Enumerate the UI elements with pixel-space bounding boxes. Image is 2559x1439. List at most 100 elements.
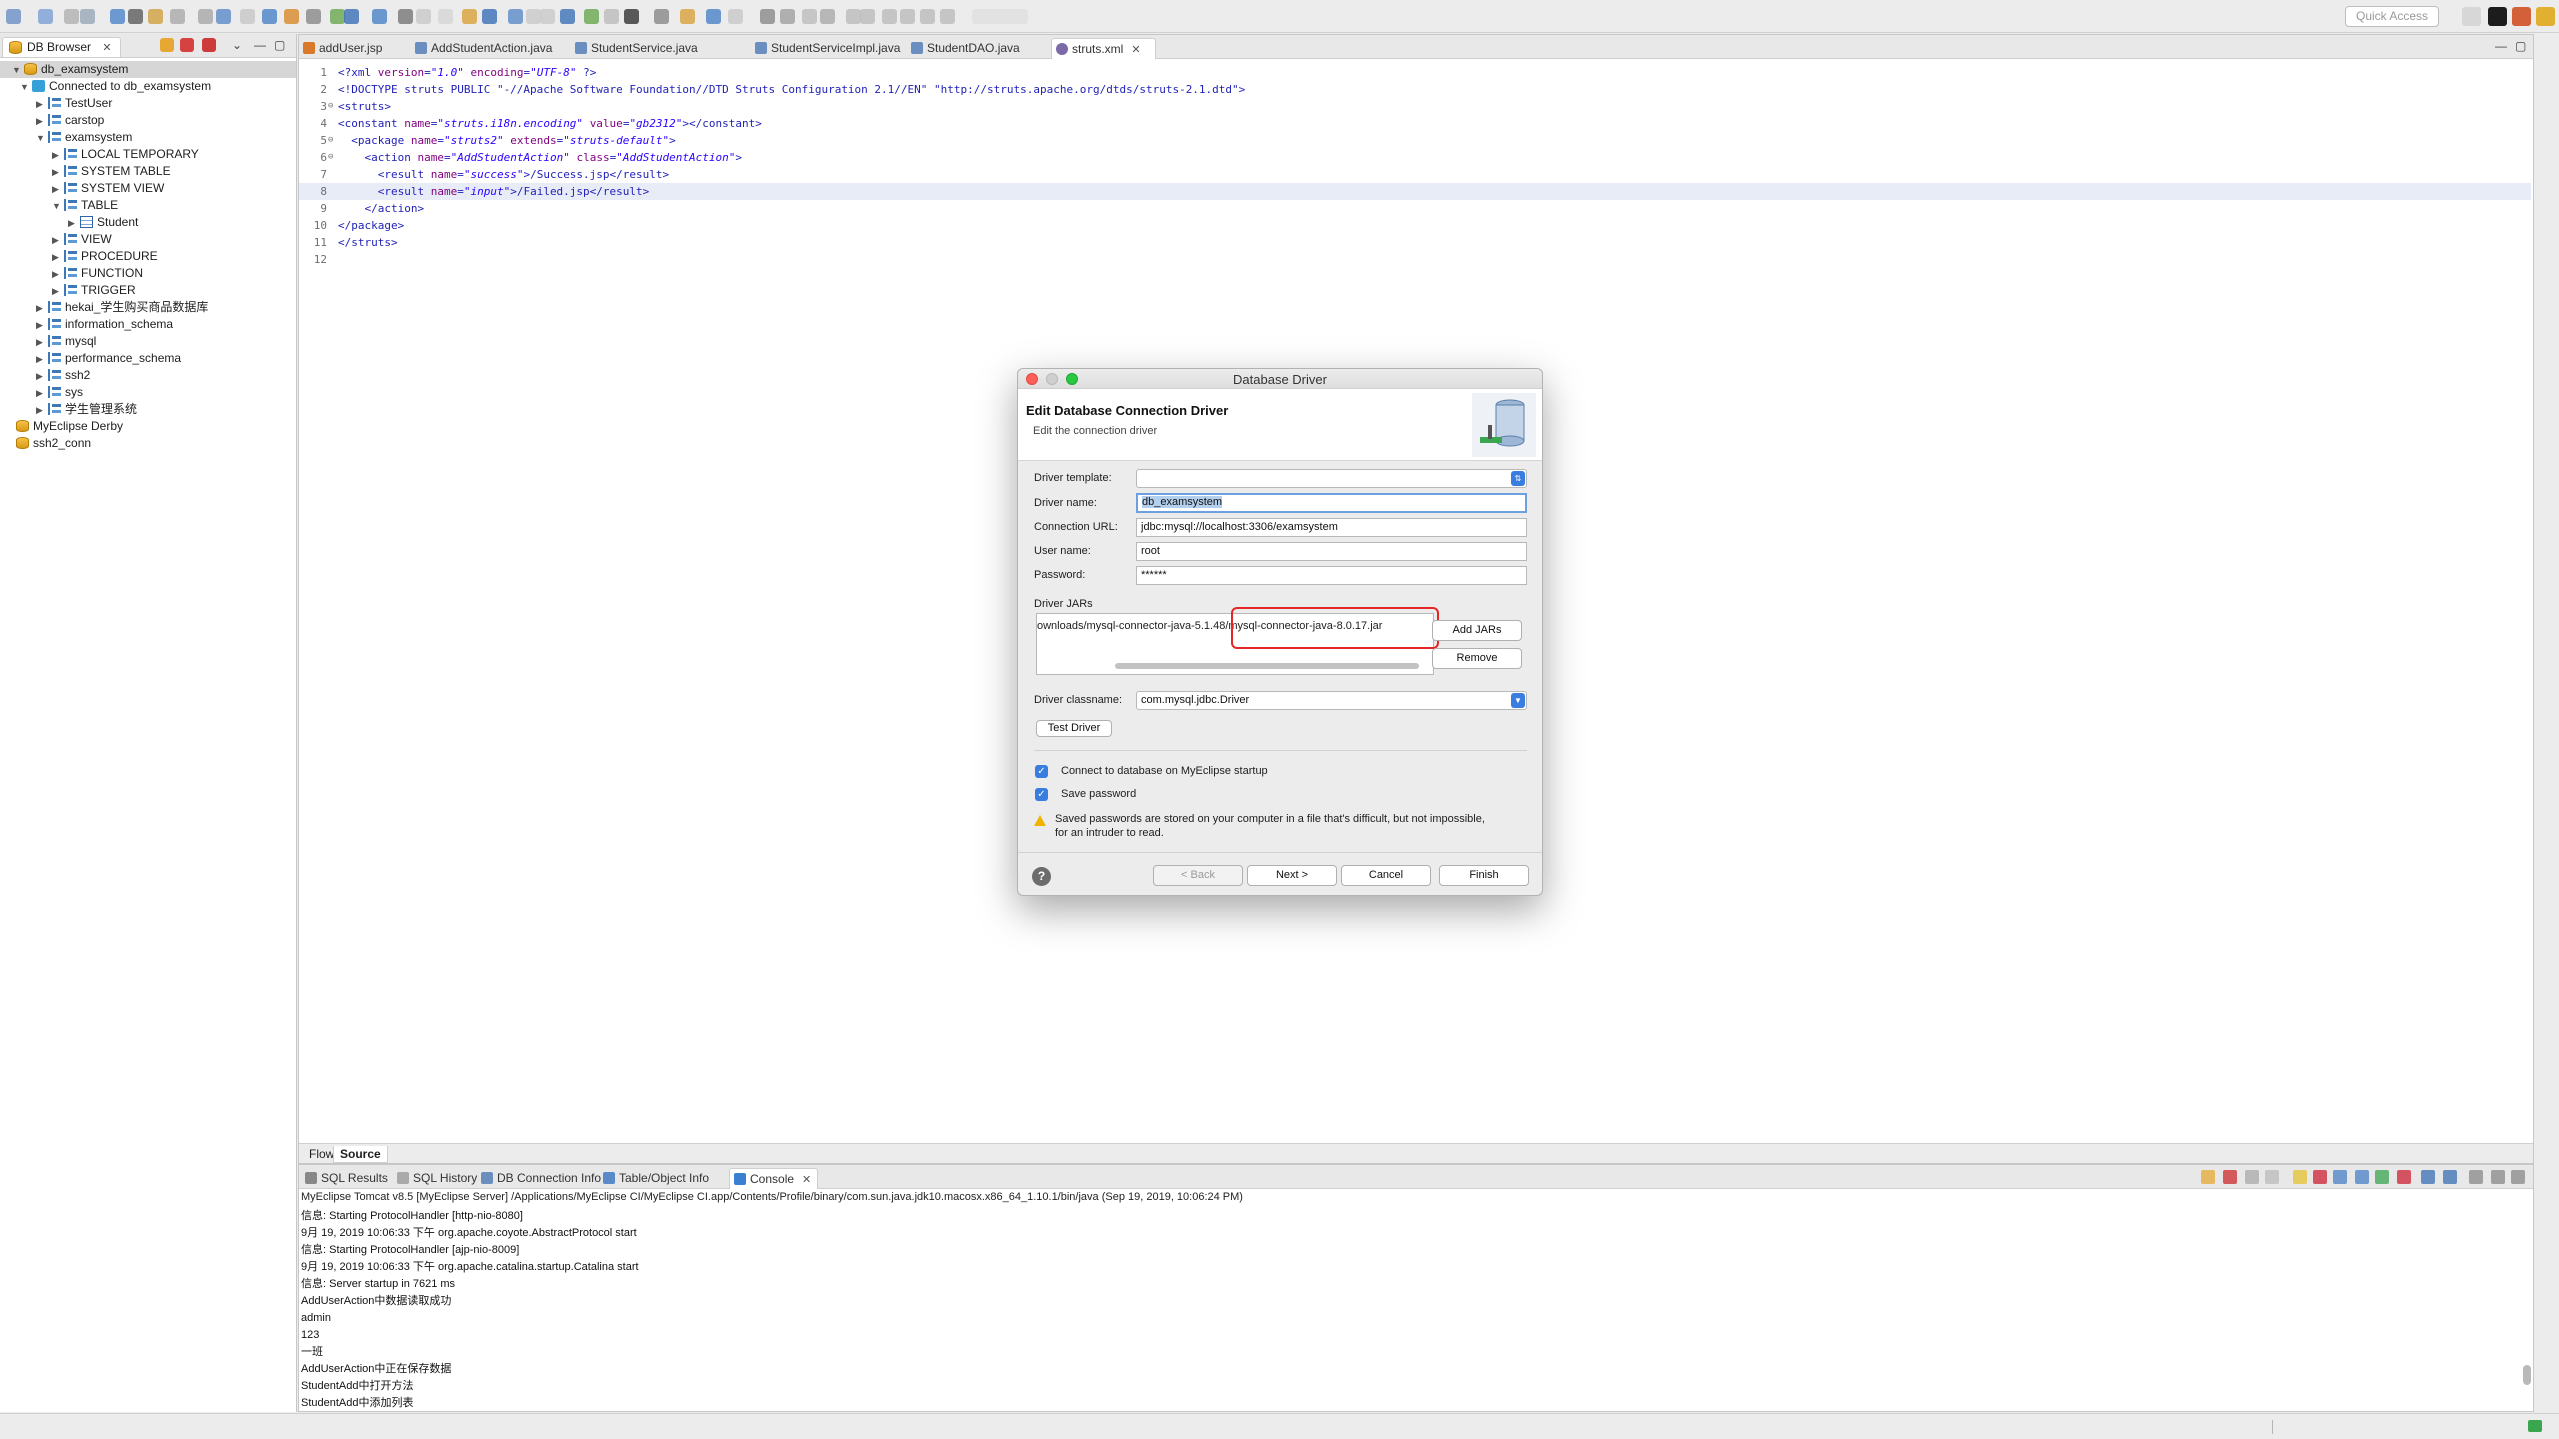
folder-icon[interactable] [462, 9, 477, 24]
package-icon[interactable] [148, 9, 163, 24]
scroll-lock-icon[interactable] [2313, 1170, 2327, 1184]
view-menu-icon[interactable]: ⌄ [232, 38, 242, 52]
save-password-checkbox[interactable]: ✓ [1035, 788, 1048, 801]
nav-icon[interactable] [860, 9, 875, 24]
console-view-tab[interactable]: SQL History [393, 1168, 483, 1189]
add-jars-button[interactable]: Add JARs [1432, 620, 1522, 641]
tree-item[interactable]: ▶ mysql [36, 333, 96, 350]
help-icon[interactable]: ? [1032, 867, 1051, 886]
disconnect-icon[interactable] [180, 38, 194, 52]
collapsed-arrow-icon[interactable]: ▶ [36, 351, 48, 368]
run-icon[interactable] [344, 9, 359, 24]
editor-tab[interactable]: AddStudentAction.java [411, 38, 566, 59]
nav-icon[interactable] [940, 9, 955, 24]
finish-button[interactable]: Finish [1439, 865, 1529, 886]
minimize-icon[interactable] [2491, 1170, 2505, 1184]
view-menu-icon[interactable] [2469, 1170, 2483, 1184]
tree-item[interactable]: ▼ Connected to db_examsystem [20, 78, 211, 95]
remove-launch-icon[interactable] [2245, 1170, 2259, 1184]
pin-console-icon[interactable] [2201, 1170, 2215, 1184]
collapsed-arrow-icon[interactable]: ▶ [52, 181, 64, 198]
collapsed-arrow-icon[interactable]: ▶ [52, 164, 64, 181]
collapsed-arrow-icon[interactable]: ▶ [36, 334, 48, 351]
collapsed-arrow-icon[interactable]: ▶ [52, 249, 64, 266]
undo-icon[interactable] [198, 9, 213, 24]
editor-tab[interactable]: StudentService.java [571, 38, 712, 59]
expanded-arrow-icon[interactable]: ▼ [36, 130, 48, 147]
code-line[interactable]: 7 <result name="success">/Success.jsp</r… [299, 166, 2531, 183]
refresh-icon[interactable] [170, 9, 185, 24]
tree-item[interactable]: ▶ TestUser [36, 95, 112, 112]
password-field[interactable]: ****** [1136, 566, 1527, 585]
new-icon[interactable] [6, 9, 21, 24]
tree-item[interactable]: ▶ SYSTEM TABLE [52, 163, 171, 180]
search-icon[interactable] [306, 9, 321, 24]
print-icon[interactable] [110, 9, 125, 24]
show-on-output-icon[interactable] [2355, 1170, 2369, 1184]
tree-item[interactable]: ▶ VIEW [52, 231, 112, 248]
open-perspective-icon[interactable] [2462, 7, 2481, 26]
nav-icon[interactable] [920, 9, 935, 24]
collapsed-arrow-icon[interactable]: ▶ [36, 96, 48, 113]
collapsed-arrow-icon[interactable]: ▶ [52, 232, 64, 249]
console-scrollbar[interactable] [2523, 1365, 2531, 1385]
clear-console-icon[interactable] [2293, 1170, 2307, 1184]
connect-on-startup-checkbox[interactable]: ✓ [1035, 765, 1048, 778]
navigate-icon[interactable] [526, 9, 541, 24]
collapsed-arrow-icon[interactable]: ▶ [52, 147, 64, 164]
code-line[interactable]: 10 </package> [299, 217, 2531, 234]
console-view-tab[interactable]: DB Connection Info [477, 1168, 607, 1189]
tree-item[interactable]: ▶ carstop [36, 112, 104, 129]
nav-icon[interactable] [900, 9, 915, 24]
close-icon[interactable]: ✕ [802, 1174, 811, 1186]
console-view-tab[interactable]: SQL Results [301, 1168, 394, 1189]
nav-icon[interactable] [882, 9, 897, 24]
code-line[interactable]: 12 [299, 251, 2531, 268]
collapsed-arrow-icon[interactable]: ▶ [36, 385, 48, 402]
code-line[interactable]: 6 ⊖ <action name="AddStudentAction" class… [299, 149, 2531, 166]
tree-item[interactable]: ▶ FUNCTION [52, 265, 143, 282]
editor-tab[interactable]: struts.xml ✕ [1051, 38, 1156, 59]
forward-icon[interactable] [560, 9, 575, 24]
collapsed-arrow-icon[interactable]: ▶ [36, 317, 48, 334]
collapsed-arrow-icon[interactable]: ▶ [36, 368, 48, 385]
collapsed-arrow-icon[interactable]: ▶ [36, 402, 48, 419]
history-icon[interactable] [604, 9, 619, 24]
tree-item[interactable]: ▶ LOCAL TEMPORARY [52, 146, 199, 163]
expanded-arrow-icon[interactable]: ▼ [20, 79, 32, 96]
redo-icon[interactable] [216, 9, 231, 24]
database-perspective-icon[interactable] [2536, 7, 2555, 26]
build-icon[interactable] [262, 9, 277, 24]
tools-icon[interactable] [416, 9, 431, 24]
tree-item[interactable]: ▶ hekai_学生购买商品数据库 [36, 299, 208, 316]
minimize-icon[interactable]: — [2495, 39, 2507, 53]
nav-icon[interactable] [820, 9, 835, 24]
code-line[interactable]: 4 <constant name="struts.i18n.encoding" v… [299, 115, 2531, 132]
myeclipse-perspective-icon[interactable] [2488, 7, 2507, 26]
new-console-icon[interactable] [2443, 1170, 2457, 1184]
code-line[interactable]: 9 </action> [299, 200, 2531, 217]
user-name-field[interactable]: root [1136, 542, 1527, 561]
maximize-icon[interactable]: ▢ [2515, 39, 2526, 53]
console-view-tab[interactable]: Table/Object Info [599, 1168, 715, 1189]
new-connection-icon[interactable] [160, 38, 174, 52]
debug-icon[interactable] [330, 9, 345, 24]
tab-db-browser[interactable]: DB Browser ✕ [2, 37, 121, 57]
server-icon[interactable] [372, 9, 387, 24]
quick-access-input[interactable]: Quick Access [2345, 6, 2439, 27]
nav-icon[interactable] [802, 9, 817, 24]
search-icon[interactable] [482, 9, 497, 24]
tree-item[interactable]: MyEclipse Derby [4, 418, 123, 435]
code-line[interactable]: 8 <result name="input">/Failed.jsp</resu… [299, 183, 2531, 200]
close-icon[interactable]: ✕ [1131, 44, 1140, 56]
code-line[interactable]: 3 ⊖ <struts> [299, 98, 2531, 115]
tree-item[interactable]: ▼ examsystem [36, 129, 132, 146]
fold-toggle-icon[interactable]: ⊖ [328, 132, 333, 149]
fold-toggle-icon[interactable]: ⊖ [328, 149, 333, 166]
java-ee-perspective-icon[interactable] [2512, 7, 2531, 26]
wizard-icon[interactable] [284, 9, 299, 24]
collapse-icon[interactable] [654, 9, 669, 24]
terminate-icon[interactable] [2223, 1170, 2237, 1184]
browser-icon[interactable] [438, 9, 453, 24]
tree-item[interactable]: ▶ performance_schema [36, 350, 181, 367]
